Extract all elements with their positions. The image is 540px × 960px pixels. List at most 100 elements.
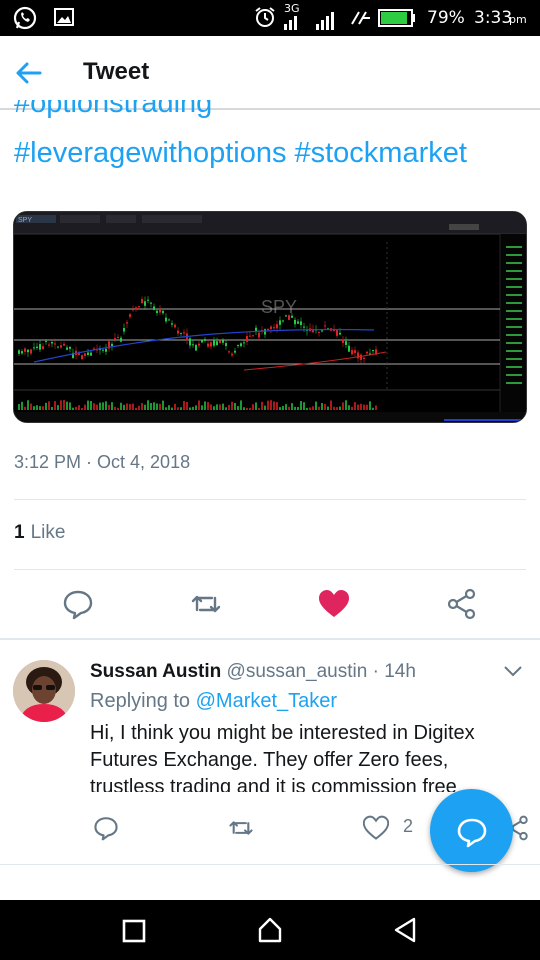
chart-price-tick <box>506 270 522 272</box>
section-divider <box>0 638 540 640</box>
compose-reply-button[interactable] <box>430 789 513 872</box>
chart-volume-bar <box>69 402 71 410</box>
chart-volume-bar <box>75 406 77 410</box>
arrow-left-icon[interactable] <box>14 58 44 88</box>
chart-candle-body <box>363 357 365 360</box>
chart-candle-body <box>237 344 239 346</box>
chart-candle-body <box>249 335 251 337</box>
chart-volume-bar <box>285 404 287 410</box>
hashtag-optionstrading[interactable]: #optionstrading <box>14 100 514 118</box>
chart-candle-body <box>204 339 206 341</box>
chart-volume-bar <box>327 406 329 410</box>
battery-percent: 79% <box>427 8 465 28</box>
replying-mention[interactable]: @Market_Taker <box>196 690 337 712</box>
chart-candle-body <box>351 350 353 355</box>
hashtag-link-partial[interactable]: #optionstrading <box>14 100 514 128</box>
chart-candle-body <box>171 323 173 325</box>
chart-candle-body <box>180 332 182 334</box>
chart-volume-bar <box>123 404 125 410</box>
chart-candle-body <box>264 329 266 335</box>
chart-volume-bar <box>219 404 221 410</box>
alarm-icon <box>255 7 275 27</box>
chart-candle-body <box>192 344 194 346</box>
chart-volume-bar <box>252 404 254 410</box>
comment-icon[interactable] <box>93 815 119 841</box>
chart-candle-body <box>54 343 56 345</box>
retweet-icon[interactable] <box>190 588 222 620</box>
chart-volume-bar <box>150 403 152 410</box>
chart-volume-bar <box>246 407 248 410</box>
chart-volume-bar <box>348 405 350 410</box>
chart-volume-bar <box>186 401 188 410</box>
chart-price-tick <box>506 358 522 360</box>
chevron-down-icon[interactable] <box>503 664 523 678</box>
chart-candle-body <box>168 319 170 321</box>
home-icon[interactable] <box>256 916 284 944</box>
chart-candle-body <box>174 324 176 328</box>
chart-candle-body <box>153 306 155 310</box>
hashtag-row: #leveragewithoptions #stockmarket <box>14 137 475 170</box>
reply-author-handle[interactable]: @sussan_austin <box>227 661 368 682</box>
chart-volume-bar <box>72 407 74 410</box>
chart-volume-bar <box>288 406 290 410</box>
like-label: Like <box>30 522 66 543</box>
chart-volume-bar <box>213 406 215 410</box>
chart-candle-body <box>48 344 50 346</box>
chart-volume-bar <box>354 402 356 410</box>
chart-candle-body <box>57 346 59 348</box>
chart-volume-bar <box>363 404 365 410</box>
chart-candle-body <box>87 352 89 355</box>
chart-volume-bar <box>96 404 98 410</box>
chart-volume-bar <box>90 400 92 410</box>
like-count: 1 <box>14 522 25 543</box>
chart-candle-body <box>126 322 128 324</box>
tweet-media-chart-image[interactable]: SPY SPY <box>13 211 527 423</box>
reply-author-name[interactable]: Sussan Austin <box>90 661 221 682</box>
chart-candle-body <box>282 320 284 322</box>
chart-volume-bar <box>141 402 143 410</box>
chart-volume-bar <box>45 402 47 410</box>
retweet-icon[interactable] <box>228 815 254 841</box>
chart-candle-body <box>150 302 152 304</box>
chart-candle-body <box>105 348 107 352</box>
chart-candle-body <box>123 328 125 332</box>
comment-icon[interactable] <box>62 588 94 620</box>
avatar[interactable] <box>13 660 75 722</box>
clock-time: 3:33 <box>474 8 513 28</box>
chart-volume-bar <box>222 403 224 410</box>
hashtag-leveragewithoptions[interactable]: #leveragewithoptions <box>14 137 286 169</box>
chart-candle-body <box>36 346 38 349</box>
chart-symbol-tab: SPY <box>18 217 32 224</box>
chart-candle-body <box>144 301 146 306</box>
chart-price-tick <box>506 310 522 312</box>
heart-outline-icon[interactable] <box>363 815 389 841</box>
chart-volume-bar <box>24 406 26 410</box>
chart-candle-body <box>156 310 158 314</box>
heart-icon[interactable] <box>318 588 350 620</box>
chart-volume-bar <box>144 404 146 410</box>
chart-candle-body <box>246 336 248 342</box>
chart-volume-bar <box>237 406 239 410</box>
chart-candle-body <box>189 338 191 346</box>
chart-volume-bar <box>375 405 377 410</box>
chart-candle-body <box>303 326 305 328</box>
share-icon[interactable] <box>446 588 478 620</box>
chart-candle-body <box>219 340 221 344</box>
chart-volume-bar <box>228 404 230 410</box>
chart-candle-body <box>228 351 230 353</box>
chart-volume-bar <box>108 404 110 410</box>
chart-candle-body <box>39 344 41 350</box>
chart-volume-bar <box>36 405 38 410</box>
chart-candle-body <box>270 326 272 330</box>
chart-volume-bar <box>261 401 263 410</box>
recent-apps-icon[interactable] <box>122 919 146 943</box>
hashtag-stockmarket[interactable]: #stockmarket <box>294 137 466 169</box>
chart-volume-bar <box>18 403 20 410</box>
back-nav-icon[interactable] <box>392 916 418 944</box>
chart-candle-body <box>66 347 68 350</box>
chart-volume-bar <box>132 403 134 410</box>
chart-price-tick <box>506 246 522 248</box>
chart-candle-body <box>90 352 92 356</box>
chart-price-tick <box>506 350 522 352</box>
like-count-row[interactable]: 1 Like <box>14 522 65 544</box>
